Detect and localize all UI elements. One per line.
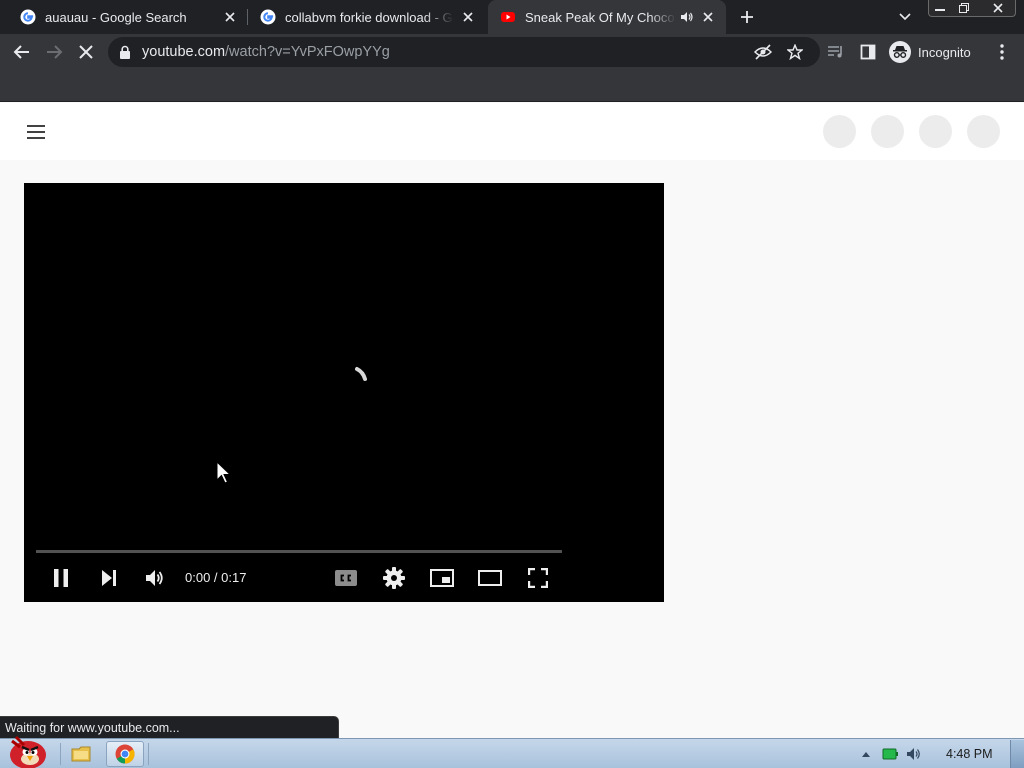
side-panel-icon[interactable] (856, 40, 880, 64)
google-g-icon (260, 9, 276, 25)
windows-taskbar: 4:48 PM (0, 735, 1024, 768)
browser-status-bubble: Waiting for www.youtube.com... (0, 716, 339, 738)
masthead-button-placeholder (871, 115, 904, 148)
back-button[interactable] (10, 40, 34, 64)
masthead-button-placeholder (823, 115, 856, 148)
lock-icon[interactable] (117, 44, 133, 60)
show-desktop-button[interactable] (1010, 740, 1024, 768)
chrome-icon[interactable] (106, 741, 144, 767)
incognito-label: Incognito (918, 44, 971, 60)
tab-google-search-auauau[interactable]: auauau - Google Search (8, 0, 248, 34)
hamburger-menu-icon[interactable] (24, 120, 48, 144)
loading-spinner-icon (355, 367, 367, 381)
battery-network-icon[interactable] (882, 746, 898, 762)
media-playlist-icon[interactable] (824, 40, 848, 64)
speaker-icon[interactable] (680, 10, 694, 24)
angry-birds-start-icon[interactable] (2, 733, 50, 768)
bookmark-bar (0, 70, 1024, 102)
next-video-button[interactable] (96, 566, 122, 590)
chrome-menu-icon[interactable] (993, 40, 1011, 64)
youtube-masthead (0, 103, 1024, 160)
settings-gear-icon[interactable] (380, 566, 408, 590)
incognito-profile-button[interactable]: Incognito (886, 38, 986, 66)
browser-toolbar: youtube.com/watch?v=YvPxFOwpYYg Incognit… (0, 34, 1024, 70)
taskbar-clock[interactable]: 4:48 PM (946, 747, 993, 761)
mouse-cursor-icon (216, 460, 232, 485)
subtitles-cc-button[interactable] (332, 566, 360, 590)
close-tab-icon[interactable] (700, 9, 716, 25)
google-g-icon (20, 9, 36, 25)
masthead-button-placeholder (919, 115, 952, 148)
taskbar-separator (60, 743, 61, 765)
tab-strip: auauau - Google Search collabvm forkie d… (0, 0, 1024, 34)
tab-title: Sneak Peak Of My Chocolate (525, 9, 676, 25)
tab-youtube-video[interactable]: Sneak Peak Of My Chocolate (488, 0, 726, 34)
taskbar-separator (148, 743, 149, 765)
masthead-button-placeholder (967, 115, 1000, 148)
tab-title: collabvm forkie download - Google Search (285, 9, 454, 25)
tab-title: auauau - Google Search (45, 9, 187, 25)
stop-loading-button[interactable] (74, 40, 98, 64)
forward-button[interactable] (42, 40, 66, 64)
url-host: youtube.com (142, 44, 226, 60)
youtube-loading-icon (500, 9, 516, 25)
url-path: /watch?v=YvPxFOwpYYg (225, 44, 390, 60)
video-player[interactable]: 0:00 / 0:17 (24, 183, 664, 602)
close-tab-icon[interactable] (222, 9, 238, 25)
fullscreen-icon[interactable] (524, 566, 552, 590)
address-bar[interactable]: youtube.com/watch?v=YvPxFOwpYYg (108, 37, 820, 67)
minimize-icon[interactable] (930, 0, 950, 16)
explorer-folder-icon[interactable] (66, 741, 96, 767)
tab-google-search-collabvm[interactable]: collabvm forkie download - Google Search (248, 0, 486, 34)
incognito-icon (889, 41, 911, 63)
miniplayer-icon[interactable] (428, 566, 456, 590)
time-display: 0:00 / 0:17 (185, 570, 247, 585)
bookmark-star-icon[interactable] (786, 43, 804, 61)
pause-button[interactable] (48, 566, 74, 590)
third-party-cookies-blocked-icon[interactable] (754, 43, 772, 61)
volume-button[interactable] (142, 566, 168, 590)
volume-icon[interactable] (906, 746, 922, 762)
video-progress-bar[interactable] (36, 550, 562, 553)
close-tab-icon[interactable] (460, 9, 476, 25)
show-hidden-icons-icon[interactable] (858, 746, 874, 762)
new-tab-button[interactable] (737, 7, 757, 27)
restore-icon[interactable] (954, 0, 974, 16)
tab-search-chevron-icon[interactable] (896, 8, 914, 26)
youtube-page: 0:00 / 0:17 (0, 103, 1024, 738)
theater-mode-icon[interactable] (476, 566, 504, 590)
url-text[interactable]: youtube.com/watch?v=YvPxFOwpYYg (142, 44, 390, 60)
close-window-icon[interactable] (986, 0, 1010, 16)
